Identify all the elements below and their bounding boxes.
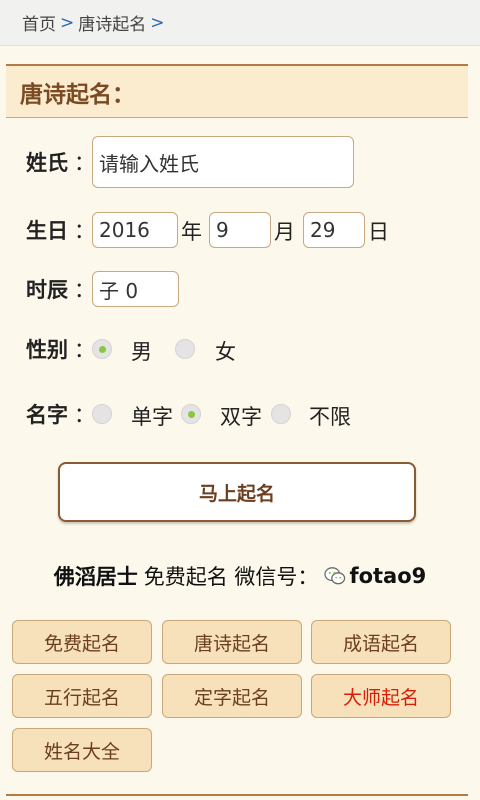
birth-month-input[interactable]: 9 [209,212,271,248]
nav-button-label: 五行起名 [43,686,120,709]
promo-brand: 佛滔居士 [53,565,138,589]
name-length-option-label: 双字 [220,405,262,429]
divider [6,794,468,796]
birthday-label: 生日： [26,214,95,246]
day-unit: 日 [368,220,389,244]
gender-option-label: 女 [215,340,236,364]
nav-button-label: 免费起名 [43,632,120,655]
name-length-radio-double[interactable] [181,404,201,424]
nav-button-five-elements-naming[interactable]: 五行起名 [12,674,152,718]
name-length-radio-any[interactable] [271,404,291,424]
nav-button-master-naming[interactable]: 大师起名 [311,674,451,718]
birthday-label-text: 生日 [26,219,68,243]
breadcrumb-separator: > [60,12,75,33]
nav-button-label: 定字起名 [193,686,270,709]
nav-button-label: 姓名大全 [43,740,120,763]
hour-label: 时辰： [26,273,95,305]
name-length-label-text: 名字 [26,403,68,427]
nav-button-tang-poetry-naming[interactable]: 唐诗起名 [162,620,302,664]
name-length-radio-single[interactable] [92,404,112,424]
hour-value: 子 0 [99,278,139,303]
nav-button-label: 成语起名 [342,632,419,655]
gender-radio-male[interactable] [92,339,112,359]
hour-select[interactable]: 子 0 [92,271,179,307]
surname-label: 姓氏： [26,146,95,178]
birth-month-value: 9 [216,218,229,242]
section-title: 唐诗起名： [6,64,468,118]
breadcrumb: 首页 > 唐诗起名 > [0,0,480,46]
breadcrumb-separator: > [150,12,165,33]
promo-text: 免费起名 微信号： [143,565,319,589]
breadcrumb-current[interactable]: 唐诗起名 [78,10,146,35]
breadcrumb-home[interactable]: 首页 [22,10,56,35]
name-length-option-label: 单字 [131,405,173,429]
wechat-icon [324,567,346,585]
wechat-id: fotao9 [349,564,427,588]
gender-label: 性别： [26,333,95,365]
name-length-option-label: 不限 [309,405,351,429]
year-unit: 年 [181,220,202,244]
gender-option-label: 男 [131,340,152,364]
birth-day-value: 29 [310,218,336,242]
surname-input[interactable]: 请输入姓氏 [92,136,354,188]
birth-day-input[interactable]: 29 [303,212,365,248]
birth-year-value: 2016 [99,218,150,242]
nav-button-fixed-char-naming[interactable]: 定字起名 [162,674,302,718]
gender-radio-female[interactable] [175,339,195,359]
nav-button-name-encyclopedia[interactable]: 姓名大全 [12,728,152,772]
gender-label-text: 性别 [26,338,68,362]
month-unit: 月 [274,220,295,244]
section-title-text: 唐诗起名： [20,81,135,108]
nav-button-label: 唐诗起名 [193,632,270,655]
promo-line: 佛滔居士 免费起名 微信号： fotao9 [0,558,480,594]
generate-name-button[interactable]: 马上起名 [58,462,416,522]
name-length-label: 名字： [26,398,95,430]
nav-button-free-naming[interactable]: 免费起名 [12,620,152,664]
nav-button-label: 大师起名 [342,686,419,709]
birth-year-input[interactable]: 2016 [92,212,178,248]
generate-name-label: 马上起名 [198,482,275,505]
nav-button-idiom-naming[interactable]: 成语起名 [311,620,451,664]
wechat-contact: fotao9 [324,564,426,588]
surname-label-text: 姓氏 [26,151,68,175]
hour-label-text: 时辰 [26,278,68,302]
surname-placeholder: 请输入姓氏 [99,151,199,176]
